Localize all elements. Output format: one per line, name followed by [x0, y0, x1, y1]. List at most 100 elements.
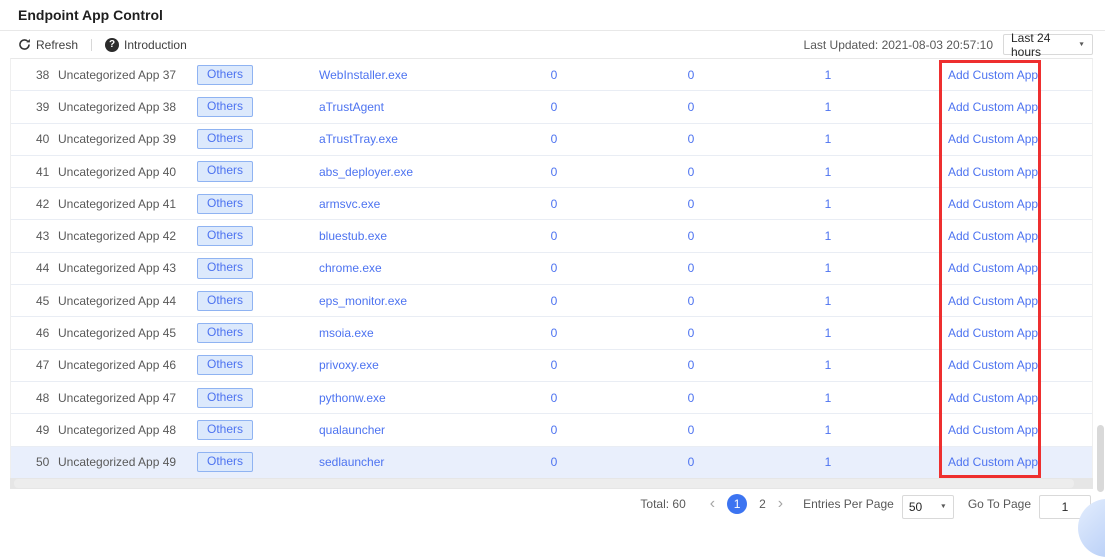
process-link[interactable]: aTrustAgent	[319, 100, 384, 114]
add-custom-app-link[interactable]: Add Custom App	[948, 261, 1038, 275]
add-custom-app-link[interactable]: Add Custom App	[948, 423, 1038, 437]
introduction-button[interactable]: ? Introduction	[105, 37, 187, 52]
count-link-1[interactable]: 0	[551, 197, 558, 211]
count-link-1[interactable]: 0	[551, 68, 558, 82]
add-custom-app-link[interactable]: Add Custom App	[948, 326, 1038, 340]
category-badge: Others	[197, 193, 254, 214]
process-link[interactable]: chrome.exe	[319, 261, 382, 275]
count-link-3[interactable]: 1	[825, 358, 832, 372]
add-custom-app-link[interactable]: Add Custom App	[948, 197, 1038, 211]
app-display-name: Uncategorized App 41	[58, 196, 177, 211]
process-link[interactable]: bluestub.exe	[319, 229, 387, 243]
add-custom-app-link[interactable]: Add Custom App	[948, 132, 1038, 146]
process-link[interactable]: privoxy.exe	[319, 358, 379, 372]
category-badge: Others	[197, 226, 254, 247]
table-row: 48 Uncategorized App 47 Others pythonw.e…	[11, 381, 1092, 415]
category-badge: Others	[197, 161, 254, 182]
process-link[interactable]: armsvc.exe	[319, 197, 380, 211]
table-row: 46 Uncategorized App 45 Others msoia.exe…	[11, 317, 1092, 350]
refresh-button[interactable]: Refresh	[18, 38, 78, 52]
row-index: 47	[36, 358, 50, 373]
add-custom-app-link[interactable]: Add Custom App	[948, 358, 1038, 372]
table-row: 38 Uncategorized App 37 Others WebInstal…	[11, 59, 1092, 92]
process-link[interactable]: qualauncher	[319, 423, 385, 437]
count-link-2[interactable]: 0	[688, 423, 695, 437]
process-link[interactable]: abs_deployer.exe	[319, 165, 413, 179]
refresh-label: Refresh	[36, 37, 79, 52]
row-index: 43	[36, 229, 50, 244]
count-link-2[interactable]: 0	[688, 229, 695, 243]
count-link-1[interactable]: 0	[551, 165, 558, 179]
count-link-2[interactable]: 0	[688, 100, 695, 114]
introduction-label: Introduction	[124, 37, 187, 52]
page-button-current[interactable]: 1	[727, 493, 748, 514]
count-link-1[interactable]: 0	[551, 326, 558, 340]
row-index: 46	[36, 326, 50, 341]
horizontal-scrollbar[interactable]	[10, 478, 1093, 489]
vertical-scrollbar-thumb[interactable]	[1097, 425, 1104, 492]
count-link-3[interactable]: 1	[825, 197, 832, 211]
add-custom-app-link[interactable]: Add Custom App	[948, 294, 1038, 308]
count-link-3[interactable]: 1	[825, 165, 832, 179]
count-link-3[interactable]: 1	[825, 100, 832, 114]
count-link-1[interactable]: 0	[551, 423, 558, 437]
page-button-2[interactable]: 2	[753, 497, 772, 511]
count-link-2[interactable]: 0	[688, 326, 695, 340]
row-index: 45	[36, 293, 50, 308]
count-link-1[interactable]: 0	[551, 358, 558, 372]
count-link-2[interactable]: 0	[688, 261, 695, 275]
count-link-3[interactable]: 1	[825, 261, 832, 275]
next-page-button[interactable]: ›	[772, 495, 789, 512]
add-custom-app-link[interactable]: Add Custom App	[948, 165, 1038, 179]
process-link[interactable]: aTrustTray.exe	[319, 132, 398, 146]
prev-page-button[interactable]: ‹	[704, 495, 721, 512]
count-link-3[interactable]: 1	[825, 391, 832, 405]
count-link-1[interactable]: 0	[551, 100, 558, 114]
category-badge: Others	[197, 387, 254, 408]
table-row: 41 Uncategorized App 40 Others abs_deplo…	[11, 155, 1092, 189]
count-link-3[interactable]: 1	[825, 132, 832, 146]
table-row: 47 Uncategorized App 46 Others privoxy.e…	[11, 349, 1092, 382]
process-link[interactable]: eps_monitor.exe	[319, 294, 407, 308]
count-link-1[interactable]: 0	[551, 294, 558, 308]
add-custom-app-link[interactable]: Add Custom App	[948, 391, 1038, 405]
app-display-name: Uncategorized App 43	[58, 261, 177, 276]
process-link[interactable]: WebInstaller.exe	[319, 68, 408, 82]
category-badge: Others	[197, 129, 254, 150]
count-link-3[interactable]: 1	[825, 229, 832, 243]
add-custom-app-link[interactable]: Add Custom App	[948, 229, 1038, 243]
process-link[interactable]: pythonw.exe	[319, 391, 386, 405]
count-link-1[interactable]: 0	[551, 229, 558, 243]
count-link-2[interactable]: 0	[688, 197, 695, 211]
count-link-3[interactable]: 1	[825, 68, 832, 82]
app-display-name: Uncategorized App 39	[58, 132, 177, 147]
app-display-name: Uncategorized App 45	[58, 326, 177, 341]
count-link-1[interactable]: 0	[551, 261, 558, 275]
add-custom-app-link[interactable]: Add Custom App	[948, 100, 1038, 114]
count-link-2[interactable]: 0	[688, 68, 695, 82]
process-link[interactable]: msoia.exe	[319, 326, 374, 340]
time-range-select[interactable]: Last 24 hours ▼	[1003, 31, 1093, 59]
horizontal-scrollbar-thumb[interactable]	[14, 479, 1074, 488]
count-link-3[interactable]: 1	[825, 294, 832, 308]
count-link-2[interactable]: 0	[688, 294, 695, 308]
count-link-2[interactable]: 0	[688, 358, 695, 372]
category-badge: Others	[197, 258, 254, 279]
count-link-3[interactable]: 1	[825, 326, 832, 340]
add-custom-app-link[interactable]: Add Custom App	[948, 455, 1038, 469]
count-link-2[interactable]: 0	[688, 455, 695, 469]
count-link-3[interactable]: 1	[825, 455, 832, 469]
add-custom-app-link[interactable]: Add Custom App	[948, 68, 1038, 82]
process-link[interactable]: sedlauncher	[319, 455, 384, 469]
count-link-1[interactable]: 0	[551, 132, 558, 146]
count-link-2[interactable]: 0	[688, 165, 695, 179]
app-display-name: Uncategorized App 42	[58, 229, 177, 244]
entries-per-page-select[interactable]: 50 ▼	[901, 494, 954, 519]
count-link-3[interactable]: 1	[825, 423, 832, 437]
count-link-1[interactable]: 0	[551, 391, 558, 405]
category-badge: Others	[197, 355, 254, 376]
row-index: 39	[36, 99, 50, 114]
count-link-2[interactable]: 0	[688, 132, 695, 146]
count-link-1[interactable]: 0	[551, 455, 558, 469]
count-link-2[interactable]: 0	[688, 391, 695, 405]
